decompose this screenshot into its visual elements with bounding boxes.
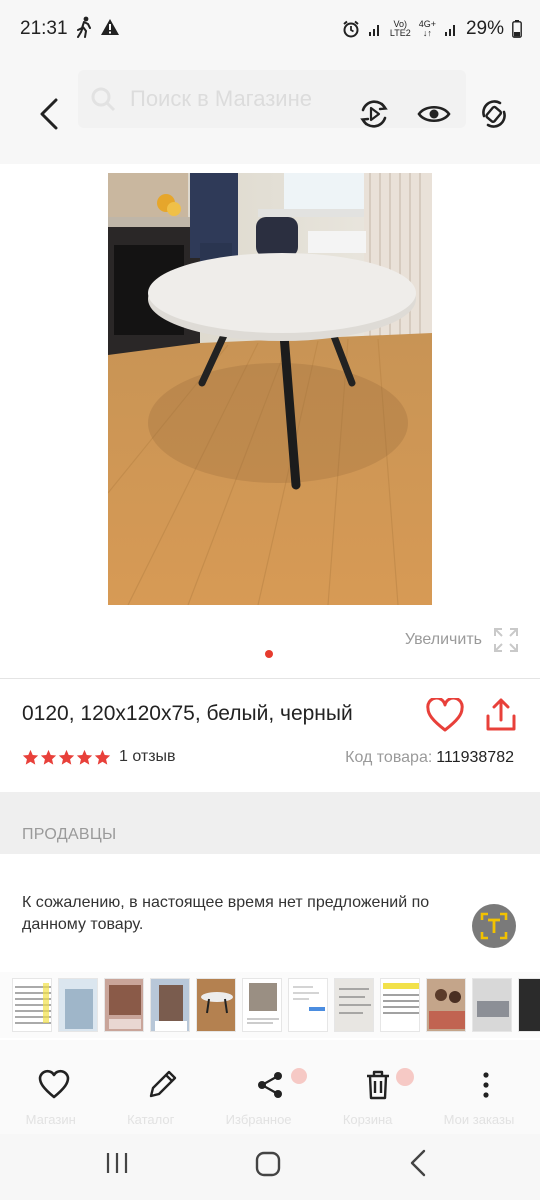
alarm-icon [343, 20, 359, 38]
zoom-label: Увеличить [404, 631, 482, 648]
rating-row[interactable]: 1 отзыв [22, 748, 176, 766]
battery-icon [512, 20, 522, 38]
star-rating [22, 749, 111, 766]
thumbnail[interactable] [58, 978, 98, 1032]
signal-icon [368, 25, 379, 36]
translate-button[interactable] [472, 904, 516, 948]
star-icon [58, 749, 75, 765]
edit-pencil-icon[interactable] [145, 1068, 179, 1102]
product-image[interactable] [108, 173, 432, 605]
screen-record-icon[interactable] [356, 96, 392, 132]
thumbnail[interactable] [472, 978, 512, 1032]
star-icon [40, 749, 57, 765]
network-volte: Vo) LTE2 [390, 20, 411, 38]
screenshot-actions [0, 1068, 540, 1102]
product-photo-illustration [108, 173, 432, 605]
star-icon [22, 749, 39, 765]
battery-percent: 29% [465, 18, 504, 39]
auto-rotate-icon[interactable] [476, 96, 512, 132]
search-icon [91, 87, 116, 112]
star-icon [94, 749, 111, 765]
sku-value: 111938782 [436, 749, 514, 766]
gallery-page-indicator [265, 650, 273, 658]
network-4g: 4G+ ↓↑ [419, 20, 436, 38]
status-bar: 21:31 Vo) LTE2 4G+ ↓↑ 29% [0, 0, 540, 62]
thumbnail[interactable] [242, 978, 282, 1032]
divider [0, 678, 540, 679]
ghost-tab: Каталог [127, 1112, 175, 1127]
ghost-tab: Избранное [225, 1112, 292, 1127]
thumbnail[interactable] [150, 978, 190, 1032]
expand-icon [494, 628, 518, 652]
ghost-tab: Мои заказы [443, 1112, 515, 1127]
ghost-tab: Магазин [25, 1112, 76, 1127]
ghost-bottom-tabs: Магазин Каталог Избранное Корзина Мои за… [0, 1112, 540, 1127]
reviews-count: 1 отзыв [119, 748, 176, 765]
thumbnail[interactable] [196, 978, 236, 1032]
home-icon[interactable] [254, 1150, 282, 1178]
text-scan-icon [480, 912, 508, 940]
thumbnail[interactable] [380, 978, 420, 1032]
share-nodes-icon[interactable] [253, 1068, 287, 1102]
bottom-action-bar: Магазин Каталог Избранное Корзина Мои за… [0, 1040, 540, 1134]
walking-person-icon [77, 16, 91, 38]
updown-arrows: ↓↑ [422, 28, 432, 38]
eye-icon[interactable] [416, 96, 452, 132]
thumbnail[interactable] [288, 978, 328, 1032]
thumbnail[interactable] [12, 978, 52, 1032]
system-navigation-bar [0, 1134, 540, 1200]
zoom-control[interactable]: Увеличить [405, 626, 520, 654]
sku-label: Код товара: [345, 749, 433, 766]
status-time: 21:31 [20, 18, 68, 39]
net-bottom-label: LTE2 [389, 28, 411, 38]
thumbnail[interactable] [334, 978, 374, 1032]
recent-apps-icon[interactable] [104, 1150, 130, 1176]
favorite-heart-icon[interactable] [426, 698, 464, 734]
recent-apps-thumbnails [0, 972, 540, 1038]
back-icon[interactable] [406, 1148, 430, 1178]
thumbnail[interactable] [518, 978, 540, 1032]
back-arrow-icon[interactable] [34, 94, 64, 134]
sellers-section-background [0, 792, 540, 854]
warning-icon [101, 19, 119, 35]
star-icon [76, 749, 93, 765]
thumbnail[interactable] [426, 978, 466, 1032]
search-placeholder: Поиск в Магазине [130, 86, 312, 111]
signal-icon-2 [444, 25, 455, 36]
no-offers-message: К сожалению, в настоящее время нет предл… [22, 894, 430, 933]
ghost-tab: Корзина [342, 1112, 393, 1127]
app-top-bar: Поиск в Магазине [0, 62, 540, 164]
overlay-toolbar [356, 96, 512, 132]
heart-icon[interactable] [37, 1068, 71, 1102]
thumbnail[interactable] [104, 978, 144, 1032]
share-icon[interactable] [484, 696, 518, 734]
status-system-icons: Vo) LTE2 4G+ ↓↑ 29% [342, 18, 522, 40]
sellers-heading: ПРОДАВЦЫ [22, 826, 117, 843]
trash-icon[interactable] [361, 1068, 395, 1102]
status-notification-icons [76, 16, 120, 38]
more-vertical-icon[interactable] [469, 1068, 503, 1102]
product-title: 0120, 120x120x75, белый, черный [22, 702, 353, 725]
product-sku: Код товара: 111938782 [345, 749, 514, 767]
